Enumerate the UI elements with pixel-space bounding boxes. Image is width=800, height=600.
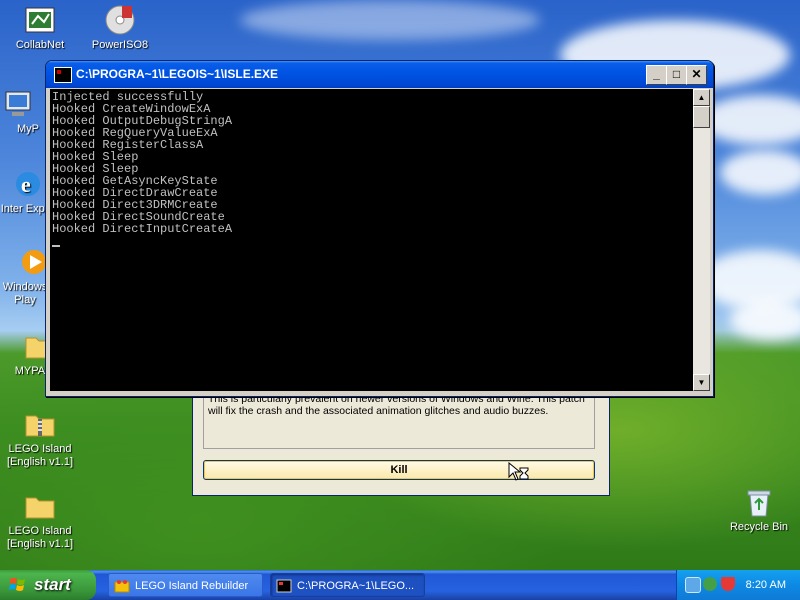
- desktop-icon-lego-island-folder[interactable]: LEGO Island [English v1.1]: [4, 490, 76, 551]
- console-icon: [276, 579, 292, 593]
- internet-explorer-icon: e: [12, 168, 44, 200]
- clock[interactable]: 8:20 AM: [746, 570, 786, 600]
- shield-icon[interactable]: [721, 577, 735, 591]
- desktop-icon-label: LEGO Island [English v1.1]: [6, 443, 74, 468]
- recycle-bin-icon: [743, 486, 775, 518]
- scroll-down-arrow-icon[interactable]: ▼: [693, 374, 710, 391]
- cloud: [700, 95, 800, 145]
- lego-icon: [114, 580, 130, 593]
- taskbar-item-label: LEGO Island Rebuilder: [135, 580, 249, 592]
- system-tray: 8:20 AM: [676, 570, 800, 600]
- svg-text:e: e: [21, 172, 31, 197]
- network-icon[interactable]: [685, 577, 701, 593]
- desktop-icon-collabnet[interactable]: CollabNet: [4, 4, 76, 52]
- zip-folder-icon: [24, 408, 56, 440]
- console-app-icon: [54, 67, 72, 83]
- folder-icon: [24, 490, 56, 522]
- desktop-icon-lego-island-zip[interactable]: LEGO Island [English v1.1]: [4, 408, 76, 469]
- computer-icon: [2, 88, 34, 120]
- console-window: C:\PROGRA~1\LEGOIS~1\ISLE.EXE _ □ ✕ Inje…: [45, 60, 714, 397]
- desktop-background: CollabNet PowerISO8 MyP e Inter Explo Wi…: [0, 0, 800, 570]
- taskbar: start LEGO Island Rebuilder C:\PROGRA~1\…: [0, 570, 800, 600]
- console-line: Hooked DirectInputCreateA: [52, 222, 233, 236]
- kill-button[interactable]: Kill: [203, 460, 595, 480]
- desktop-icon-label: Recycle Bin: [729, 521, 789, 533]
- start-label: start: [34, 575, 71, 594]
- busy-pointer-icon: [508, 462, 529, 481]
- cloud: [720, 150, 800, 195]
- text-cursor: [52, 245, 60, 247]
- security-icon[interactable]: [703, 577, 717, 591]
- lego-island-rebuilder-window: This is particularly prevalent on newer …: [192, 385, 610, 496]
- windows-logo-icon: [9, 578, 25, 591]
- desktop-icon-poweriso[interactable]: PowerISO8: [84, 4, 156, 52]
- vertical-scrollbar[interactable]: ▲ ▼: [693, 89, 710, 391]
- collabnet-icon: [24, 4, 56, 36]
- cloud: [240, 0, 540, 40]
- taskbar-item-console[interactable]: C:\PROGRA~1\LEGO...: [270, 573, 425, 597]
- close-button[interactable]: ✕: [686, 65, 707, 85]
- console-output[interactable]: Injected successfully Hooked CreateWindo…: [50, 89, 693, 391]
- taskbar-item-label: C:\PROGRA~1\LEGO...: [297, 580, 415, 592]
- desktop-icon-label: LEGO Island [English v1.1]: [6, 525, 74, 550]
- desktop-icon-recycle-bin[interactable]: Recycle Bin: [723, 486, 795, 534]
- console-line: Hooked Sleep: [52, 150, 139, 164]
- poweriso-icon: [104, 4, 136, 36]
- console-line: Hooked RegisterClassA: [52, 138, 204, 152]
- console-titlebar[interactable]: C:\PROGRA~1\LEGOIS~1\ISLE.EXE _ □ ✕: [46, 61, 713, 88]
- console-title: C:\PROGRA~1\LEGOIS~1\ISLE.EXE: [76, 67, 279, 81]
- cloud: [730, 300, 800, 340]
- scrollbar-thumb[interactable]: [693, 106, 710, 128]
- desktop-icon-label: PowerISO8: [91, 39, 149, 51]
- maximize-button[interactable]: □: [666, 65, 687, 85]
- start-button[interactable]: start: [0, 570, 96, 600]
- scroll-up-arrow-icon[interactable]: ▲: [693, 89, 710, 106]
- taskbar-item-lego-island-rebuilder[interactable]: LEGO Island Rebuilder: [108, 573, 263, 597]
- minimize-button[interactable]: _: [646, 65, 667, 85]
- desktop-icon-label: CollabNet: [15, 39, 65, 51]
